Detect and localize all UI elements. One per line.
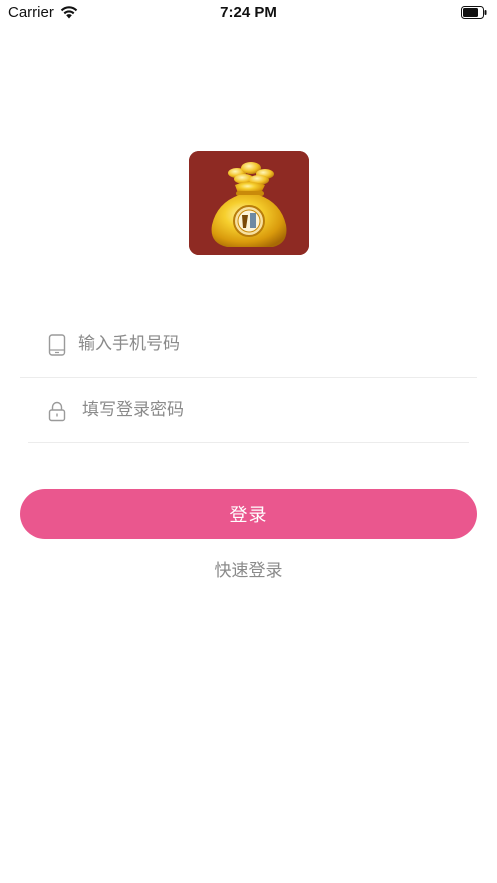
- login-screen: Carrier 7:24 PM 输入手机号码 登录 快速登录: [0, 0, 497, 883]
- quick-login-link[interactable]: 快速登录: [0, 556, 497, 581]
- phone-icon: [48, 334, 66, 356]
- password-field-row: [20, 378, 477, 442]
- battery-icon: [461, 6, 487, 19]
- status-time: 7:24 PM: [220, 4, 277, 21]
- money-bag-icon: [189, 151, 309, 255]
- password-input[interactable]: [82, 394, 462, 426]
- login-button[interactable]: 登录: [20, 489, 477, 539]
- phone-input[interactable]: [78, 328, 458, 360]
- app-logo: [189, 151, 309, 255]
- status-bar: Carrier 7:24 PM: [0, 0, 497, 26]
- divider: [28, 442, 469, 443]
- phone-field-row: [20, 312, 477, 376]
- lock-icon: [48, 401, 66, 422]
